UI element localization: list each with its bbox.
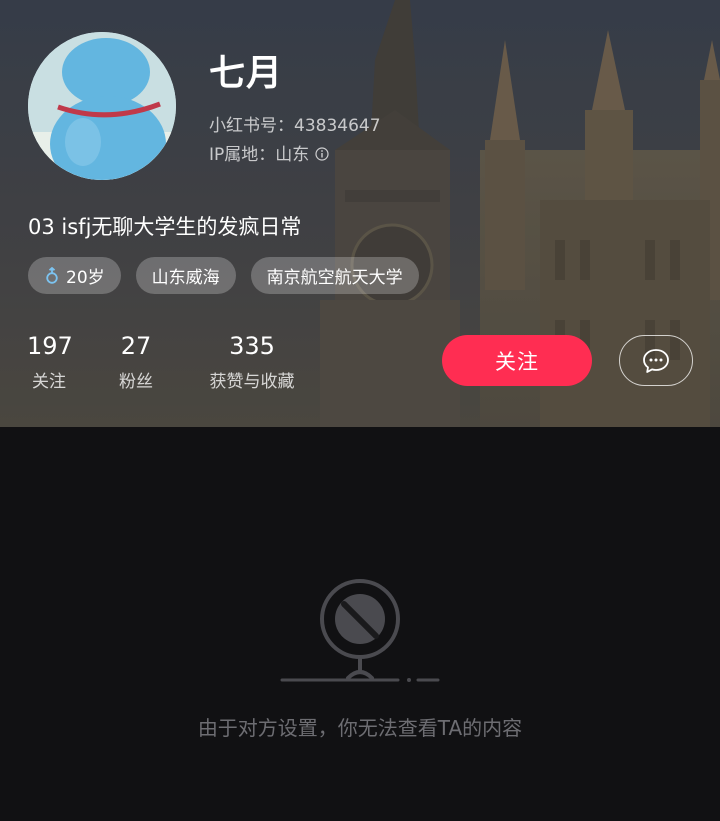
following-label: 关注 xyxy=(32,372,66,392)
likes-stat[interactable]: 335 获赞与收藏 xyxy=(199,331,305,392)
ip-location-text: IP属地：山东 xyxy=(209,145,310,165)
location-tag: 山东威海 xyxy=(135,257,236,294)
nickname: 七月 xyxy=(209,53,284,94)
age-text: 20岁 xyxy=(66,268,105,288)
school-tag: 南京航空航天大学 xyxy=(250,257,419,294)
chat-bubble-icon xyxy=(643,348,669,373)
profile-header: 七月 小红书号：43834647 IP属地：山东 03 isfj无聊大学生的发疯… xyxy=(0,0,720,427)
user-id: 小红书号：43834647 xyxy=(209,116,381,136)
male-icon xyxy=(44,266,60,285)
following-count: 197 xyxy=(27,332,73,360)
likes-count: 335 xyxy=(229,332,275,360)
following-stat[interactable]: 197 关注 xyxy=(27,331,73,392)
info-icon[interactable] xyxy=(315,146,329,161)
avatar[interactable] xyxy=(28,32,176,180)
followers-count: 27 xyxy=(120,332,152,360)
blocked-illustration-icon xyxy=(280,579,440,682)
ip-location: IP属地：山东 xyxy=(209,140,329,165)
profile-tags: 20岁 山东威海 南京航空航天大学 xyxy=(28,257,419,294)
age-tag: 20岁 xyxy=(28,257,121,294)
followers-stat[interactable]: 27 粉丝 xyxy=(114,331,158,392)
follow-button[interactable]: 关注 xyxy=(442,335,592,386)
bio: 03 isfj无聊大学生的发疯日常 xyxy=(28,215,302,239)
avatar-image xyxy=(28,32,176,180)
empty-state-message: 由于对方设置，你无法查看TA的内容 xyxy=(197,716,523,740)
likes-label: 获赞与收藏 xyxy=(209,372,295,392)
message-button[interactable] xyxy=(619,335,693,386)
followers-label: 粉丝 xyxy=(119,372,153,392)
